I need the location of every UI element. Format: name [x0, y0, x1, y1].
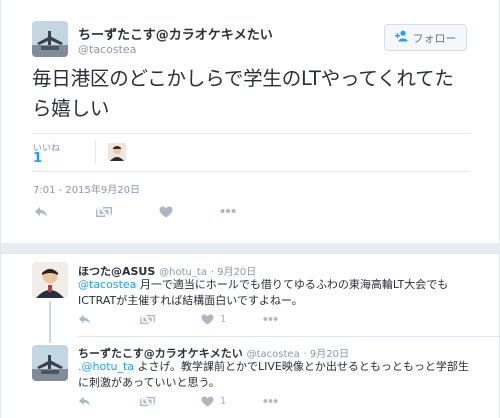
reply-author-avatar[interactable]	[32, 345, 68, 381]
more-button[interactable]	[220, 208, 236, 214]
reply-button[interactable]	[78, 396, 91, 407]
mention-link[interactable]: .@hotu_ta	[78, 360, 134, 373]
reply-body: よさげ。教学課前とかでLIVE映像とか出せるともっともっと学部生に刺激があってい…	[78, 360, 469, 389]
more-button[interactable]	[263, 316, 278, 322]
divider	[1, 253, 500, 254]
reply-text: @tacostea 月一で適当にホールでも借りてゆるふわの東海高輪LT大会でもI…	[78, 277, 478, 309]
reply-button[interactable]	[78, 314, 91, 325]
like-icon	[201, 396, 214, 407]
like-button[interactable]	[159, 206, 173, 218]
follow-button[interactable]: フォロー	[384, 24, 467, 51]
likes-count[interactable]: 1	[33, 151, 42, 166]
more-icon	[220, 208, 236, 214]
tweet-text: 毎日港区のどこかしらで学生のLTやってくれてたら嬉しい	[32, 67, 454, 120]
retweet-button[interactable]	[139, 396, 156, 407]
more-icon	[263, 316, 278, 322]
retweet-button[interactable]	[139, 314, 156, 325]
like-icon	[159, 206, 173, 218]
divider	[95, 140, 96, 164]
retweet-icon	[139, 314, 156, 325]
reply-icon	[34, 206, 48, 218]
follow-person-icon	[394, 30, 409, 45]
thread-connector	[49, 301, 51, 343]
divider	[32, 171, 469, 172]
divider	[78, 336, 500, 337]
divider	[32, 133, 469, 134]
mention-link[interactable]: @tacostea	[78, 278, 136, 291]
retweet-icon	[139, 396, 156, 407]
retweet-button[interactable]	[95, 206, 113, 218]
tweet-card: ちーずたこす@カラオケキメたい @tacostea フォロー 毎日港区のどこかし…	[0, 0, 500, 418]
reply-author-avatar[interactable]	[32, 262, 68, 298]
like-icon	[201, 314, 214, 325]
author-handle[interactable]: @tacostea	[78, 43, 136, 56]
reply-icon	[78, 314, 91, 325]
author-avatar[interactable]	[32, 21, 68, 57]
like-count: 1	[220, 396, 227, 407]
author-display-name[interactable]: ちーずたこす@カラオケキメたい	[78, 24, 273, 43]
more-icon	[263, 398, 278, 404]
follow-label: フォロー	[412, 31, 457, 45]
like-button[interactable]: 1	[201, 314, 226, 325]
like-button[interactable]: 1	[201, 396, 226, 407]
like-count: 1	[220, 314, 227, 325]
reply-icon	[78, 396, 91, 407]
liker-avatar[interactable]	[108, 143, 126, 161]
retweet-icon	[95, 206, 113, 218]
tweet-timestamp[interactable]: 7:01 - 2015年9月20日	[33, 181, 140, 196]
reply-button[interactable]	[34, 206, 48, 218]
more-button[interactable]	[263, 398, 278, 404]
section-separator	[1, 243, 500, 253]
reply-text: .@hotu_ta よさげ。教学課前とかでLIVE映像とか出せるともっともっと学…	[78, 359, 478, 391]
